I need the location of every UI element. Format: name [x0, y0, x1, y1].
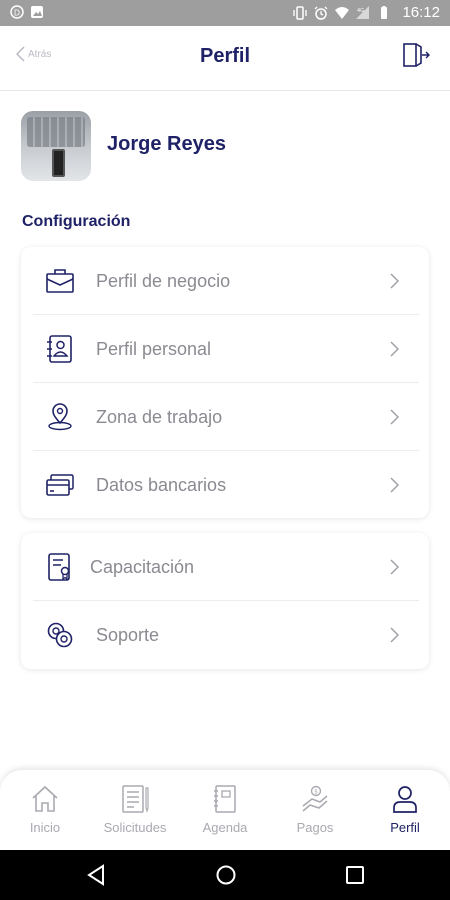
data-saver-icon: D: [10, 5, 24, 19]
back-nav-icon[interactable]: [86, 864, 106, 886]
chevron-right-icon: [390, 341, 399, 357]
nav-inicio[interactable]: Inicio: [0, 784, 90, 835]
menu-item-label: Zona de trabajo: [96, 407, 223, 427]
menu-item-datos-bancarios[interactable]: Datos bancarios: [21, 451, 429, 519]
briefcase-icon: [46, 269, 74, 293]
credit-card-icon: [46, 474, 74, 496]
svg-text:$: $: [314, 789, 318, 796]
avatar-photo-device: [52, 149, 65, 177]
agenda-icon: [214, 785, 236, 813]
menu-item-perfil-personal[interactable]: Perfil personal: [21, 315, 429, 383]
support-icon: [47, 622, 73, 648]
nav-label: Agenda: [202, 820, 248, 835]
chevron-right-icon: [390, 273, 399, 289]
menu-item-soporte[interactable]: Soporte: [21, 601, 429, 669]
chevron-right-icon: [390, 627, 399, 643]
recents-nav-icon[interactable]: [345, 864, 365, 886]
svg-text:D: D: [14, 9, 20, 18]
nav-label: Solicitudes: [103, 820, 167, 835]
section-title: Configuración: [22, 213, 131, 230]
menu-item-label: Soporte: [96, 625, 160, 645]
battery-icon: [381, 5, 388, 19]
menu-item-label: Datos bancarios: [96, 475, 227, 495]
status-time: 16:12: [402, 4, 440, 21]
avatar-photo-keyboard: [27, 117, 85, 147]
settings-card-primary: Perfil de negocio Perfil personal Zona d…: [21, 247, 429, 518]
certificate-icon: [48, 553, 70, 581]
requests-icon: [122, 785, 149, 813]
menu-item-zona-trabajo[interactable]: Zona de trabajo: [21, 383, 429, 451]
system-nav-bar: [0, 850, 450, 900]
nav-label: Perfil: [390, 820, 420, 835]
menu-item-capacitacion[interactable]: Capacitación: [21, 533, 429, 601]
image-icon: [31, 6, 43, 18]
contact-book-icon: [47, 335, 72, 363]
menu-item-label: Perfil de negocio: [96, 271, 231, 291]
logout-icon: [403, 43, 430, 67]
chevron-right-icon: [390, 477, 399, 493]
home-icon: [32, 785, 58, 812]
nav-pagos[interactable]: $ Pagos: [270, 784, 360, 835]
alarm-icon: [314, 6, 328, 20]
payments-icon: $: [302, 785, 328, 812]
nav-label: Pagos: [296, 820, 334, 835]
avatar[interactable]: [21, 111, 91, 181]
top-header: Atrás Perfil: [0, 26, 450, 91]
signal-icon: 4G: [356, 5, 370, 19]
page-title: Perfil: [199, 45, 251, 67]
nav-perfil[interactable]: Perfil: [360, 784, 450, 835]
logout-button[interactable]: [402, 42, 430, 73]
nav-agenda[interactable]: Agenda: [180, 784, 270, 835]
nav-label: Inicio: [29, 820, 61, 835]
svg-text:4G: 4G: [357, 8, 364, 14]
home-nav-icon[interactable]: [215, 864, 237, 886]
vibrate-icon: [293, 5, 308, 20]
bottom-nav: Inicio Solicitudes Agenda $ Pagos Perfil: [0, 770, 450, 850]
menu-item-label: Capacitación: [90, 557, 195, 577]
profile-name: Jorge Reyes: [107, 133, 226, 155]
chevron-right-icon: [390, 409, 399, 425]
menu-item-label: Perfil personal: [96, 339, 212, 359]
user-icon: [393, 786, 417, 813]
nav-solicitudes[interactable]: Solicitudes: [90, 784, 180, 835]
menu-item-perfil-negocio[interactable]: Perfil de negocio: [21, 247, 429, 315]
chevron-right-icon: [390, 559, 399, 575]
wifi-icon: [335, 6, 350, 19]
location-pin-icon: [48, 403, 72, 431]
settings-card-secondary: Capacitación Soporte: [21, 533, 429, 669]
status-bar: D 4G 16:12: [0, 0, 450, 26]
